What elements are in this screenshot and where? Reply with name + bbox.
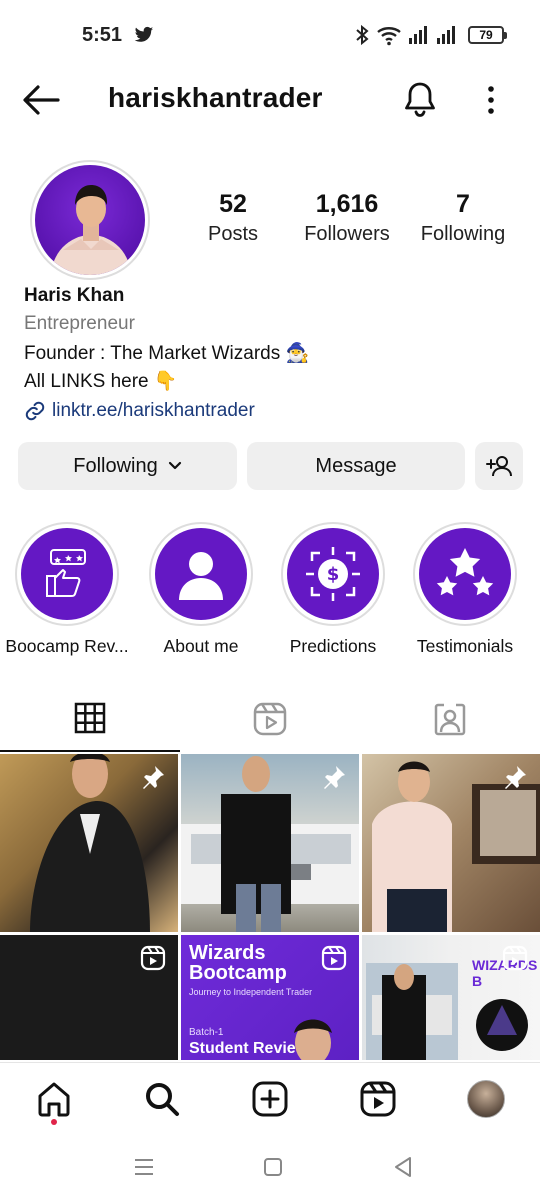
display-name: Haris Khan <box>24 285 125 306</box>
tab-tagged[interactable] <box>360 686 540 752</box>
category-label: Entrepreneur <box>24 313 135 334</box>
pin-icon <box>324 766 345 789</box>
home-button-icon[interactable] <box>260 1154 286 1180</box>
svg-text:$: $ <box>327 564 340 585</box>
avatar-image <box>35 165 145 275</box>
highlight-about-me[interactable]: About me <box>134 522 268 657</box>
profile-header: hariskhantrader <box>0 70 540 130</box>
suggest-users-button[interactable] <box>475 442 523 490</box>
nav-reels[interactable] <box>358 1079 398 1119</box>
status-time: 5:51 <box>82 24 123 46</box>
username-title: hariskhantrader <box>108 82 323 113</box>
reel-thumbnail[interactable]: WIZARDS B <box>362 935 540 1060</box>
bottom-navigation <box>0 1062 540 1134</box>
add-user-icon <box>486 456 512 477</box>
person-photo-icon <box>51 185 131 275</box>
grid-icon <box>74 702 106 734</box>
reel-icon <box>140 945 166 971</box>
profile-tabs <box>0 686 540 752</box>
following-count: 7 <box>456 190 470 218</box>
battery-level: 79 <box>479 28 493 42</box>
search-icon <box>146 1083 179 1116</box>
profile-bio: Haris Khan Entrepreneur Founder : The Ma… <box>24 285 524 425</box>
nav-search[interactable] <box>142 1079 182 1119</box>
link-icon <box>25 401 45 421</box>
status-bar: 5:51 79 <box>0 0 540 70</box>
wifi-icon <box>377 27 401 46</box>
bio-line-1: Founder : The Market Wizards 🧙‍♂️ <box>24 343 310 364</box>
posts-label: Posts <box>207 223 259 245</box>
highlight-label: Testimonials <box>416 636 514 656</box>
notification-dot <box>51 1119 57 1125</box>
highlight-bootcamp-reviews[interactable]: Boocamp Rev... <box>0 522 134 657</box>
status-icons: 79 <box>354 24 507 46</box>
back-button-icon[interactable] <box>390 1154 416 1180</box>
post-thumbnail[interactable] <box>181 754 359 932</box>
message-button-label: Message <box>315 454 397 477</box>
reel-icon <box>321 945 347 971</box>
highlight-label: About me <box>163 636 239 656</box>
battery-icon: 79 <box>468 26 507 44</box>
twitter-icon <box>134 26 154 42</box>
followers-label: Followers <box>304 223 390 245</box>
bio-link[interactable]: linktr.ee/hariskhantrader <box>24 397 524 425</box>
reel-thumbnail[interactable]: Wizards Bootcamp Journey to Independent … <box>181 935 359 1060</box>
tab-grid[interactable] <box>0 686 180 752</box>
system-navigation <box>0 1134 540 1200</box>
more-vertical-icon[interactable] <box>480 82 502 118</box>
reels-icon <box>253 702 287 736</box>
stat-posts[interactable]: 52 Posts <box>178 190 288 246</box>
bell-icon[interactable] <box>402 80 438 120</box>
highlight-label: Predictions <box>289 636 377 656</box>
following-button-label: Following <box>73 454 158 477</box>
reels-icon <box>360 1081 396 1117</box>
pin-icon <box>143 766 164 789</box>
pin-icon <box>505 766 526 789</box>
post-thumbnail[interactable] <box>362 754 540 932</box>
home-icon <box>38 1082 70 1117</box>
highlight-predictions[interactable]: $ Predictions <box>266 522 400 657</box>
reel-thumbnail[interactable] <box>0 935 178 1060</box>
profile-actions: Following Message <box>18 442 523 490</box>
tagged-user-icon <box>434 703 466 736</box>
profile-avatar-icon <box>467 1080 505 1118</box>
profile-avatar[interactable] <box>30 160 150 280</box>
bluetooth-icon <box>356 24 369 46</box>
bio-line-2: All LINKS here 👇 <box>24 371 178 392</box>
nav-home[interactable] <box>34 1079 74 1119</box>
posts-grid: Wizards Bootcamp Journey to Independent … <box>0 754 540 1060</box>
highlight-label: Boocamp Rev... <box>5 636 129 656</box>
nav-profile[interactable] <box>466 1079 506 1119</box>
story-highlights: Boocamp Rev... About me $ Predictions Te… <box>0 522 540 662</box>
person-icon <box>179 552 223 600</box>
thumbs-up-review-icon <box>46 549 86 597</box>
message-button[interactable]: Message <box>247 442 465 490</box>
recent-apps-icon[interactable] <box>131 1154 157 1180</box>
create-icon <box>252 1081 288 1117</box>
signal-icon <box>409 26 427 44</box>
posts-count: 52 <box>219 190 247 218</box>
post-thumbnail[interactable] <box>0 754 178 932</box>
stat-followers[interactable]: 1,616 Followers <box>292 190 402 246</box>
signal-icon <box>437 26 455 44</box>
stars-icon <box>436 548 494 596</box>
dollar-target-icon: $ <box>306 547 360 601</box>
followers-count: 1,616 <box>315 190 379 218</box>
bio-link-text: linktr.ee/hariskhantrader <box>52 400 255 421</box>
highlight-testimonials[interactable]: Testimonials <box>398 522 532 657</box>
nav-create[interactable] <box>250 1079 290 1119</box>
following-label: Following <box>420 223 506 245</box>
tab-reels[interactable] <box>180 686 360 752</box>
following-button[interactable]: Following <box>18 442 237 490</box>
stat-following[interactable]: 7 Following <box>408 190 518 246</box>
back-arrow-icon[interactable] <box>22 84 60 116</box>
profile-stats: 52 Posts 1,616 Followers 7 Following <box>190 190 530 260</box>
chevron-down-icon <box>168 461 181 470</box>
reel-icon <box>502 945 528 971</box>
